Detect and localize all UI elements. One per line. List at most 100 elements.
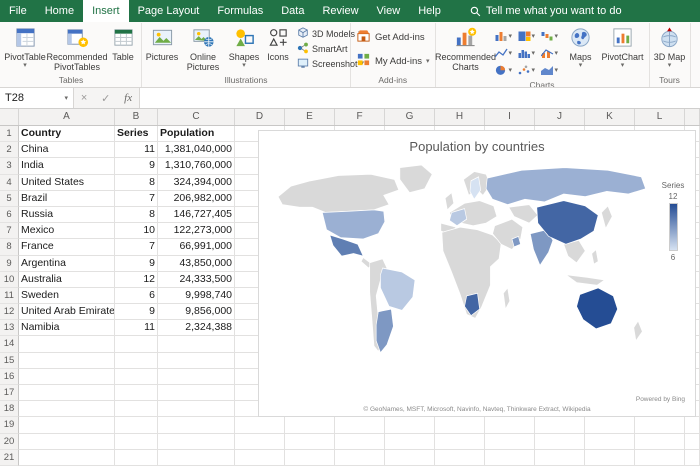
ribbon-tab-review[interactable]: Review [313, 0, 367, 22]
ribbon-tab-page-layout[interactable]: Page Layout [129, 0, 209, 22]
enter-icon[interactable]: ✓ [101, 92, 110, 105]
cell-F19[interactable] [335, 417, 385, 433]
chart-waterfall-button[interactable]: ▾ [541, 28, 564, 45]
cell-H19[interactable] [435, 417, 485, 433]
column-header-F[interactable]: F [335, 109, 385, 125]
cell-F21[interactable] [335, 450, 385, 466]
cell-B19[interactable] [115, 417, 158, 433]
cell-B5[interactable]: 7 [115, 191, 158, 207]
cell-J20[interactable] [535, 434, 585, 450]
cell-C20[interactable] [158, 434, 235, 450]
row-header-6[interactable]: 6 [0, 207, 19, 223]
cell-D21[interactable] [235, 450, 285, 466]
row-header-21[interactable]: 21 [0, 450, 19, 466]
column-header-J[interactable]: J [535, 109, 585, 125]
online-pictures-button[interactable]: Online Pictures [181, 23, 225, 74]
cell-A4[interactable]: United States [19, 175, 115, 191]
cell-B13[interactable]: 11 [115, 320, 158, 336]
cell-B21[interactable] [115, 450, 158, 466]
pivotchart-button[interactable]: PivotChart ▾ [598, 23, 648, 79]
column-header-C[interactable]: C [158, 109, 235, 125]
cell-B16[interactable] [115, 369, 158, 385]
smartart-button[interactable]: SmartArt [295, 41, 347, 56]
cell-A21[interactable] [19, 450, 115, 466]
cell-A3[interactable]: India [19, 158, 115, 174]
chart-scatter-button[interactable]: ▾ [518, 62, 541, 79]
cell-A19[interactable] [19, 417, 115, 433]
recommended-pivottables-button[interactable]: Recommended PivotTables [48, 23, 106, 74]
screenshot-button[interactable]: Screenshot ▾ [295, 56, 347, 71]
cell-A18[interactable] [19, 401, 115, 417]
cell-C19[interactable] [158, 417, 235, 433]
cell-B8[interactable]: 7 [115, 239, 158, 255]
ribbon-tab-home[interactable]: Home [36, 0, 83, 22]
cell-B18[interactable] [115, 401, 158, 417]
cell-C2[interactable]: 1,381,040,000 [158, 142, 235, 158]
chart-pie-button[interactable]: ▾ [495, 62, 518, 79]
cell-E19[interactable] [285, 417, 335, 433]
cell-A17[interactable] [19, 385, 115, 401]
cell-K21[interactable] [585, 450, 635, 466]
cell-K19[interactable] [585, 417, 635, 433]
cell-L20[interactable] [635, 434, 685, 450]
cell-H21[interactable] [435, 450, 485, 466]
row-header-8[interactable]: 8 [0, 239, 19, 255]
cell-G19[interactable] [385, 417, 435, 433]
cell-B20[interactable] [115, 434, 158, 450]
cell-A16[interactable] [19, 369, 115, 385]
cell-A9[interactable]: Argentina [19, 256, 115, 272]
ribbon-tab-data[interactable]: Data [272, 0, 313, 22]
cell-C12[interactable]: 9,856,000 [158, 304, 235, 320]
ribbon-tab-view[interactable]: View [368, 0, 410, 22]
cell-D19[interactable] [235, 417, 285, 433]
cell-C21[interactable] [158, 450, 235, 466]
cell-B2[interactable]: 11 [115, 142, 158, 158]
tell-me-search[interactable]: Tell me what you want to do [470, 0, 622, 22]
row-header-12[interactable]: 12 [0, 304, 19, 320]
cell-C10[interactable]: 24,333,500 [158, 272, 235, 288]
get-addins-button[interactable]: Get Add-ins [352, 25, 434, 49]
cell-I21[interactable] [485, 450, 535, 466]
cell-B17[interactable] [115, 385, 158, 401]
cell-B3[interactable]: 9 [115, 158, 158, 174]
column-header-E[interactable]: E [285, 109, 335, 125]
row-header-11[interactable]: 11 [0, 288, 19, 304]
ribbon-tab-help[interactable]: Help [409, 0, 450, 22]
cell-J21[interactable] [535, 450, 585, 466]
icons-button[interactable]: Icons [263, 23, 293, 74]
ribbon-tab-file[interactable]: File [0, 0, 36, 22]
cell-B10[interactable]: 12 [115, 272, 158, 288]
cell-A10[interactable]: Australia [19, 272, 115, 288]
cell-C17[interactable] [158, 385, 235, 401]
row-header-3[interactable]: 3 [0, 158, 19, 174]
cell-I19[interactable] [485, 417, 535, 433]
cell-B9[interactable]: 9 [115, 256, 158, 272]
name-box[interactable]: T28 ▾ [0, 88, 74, 108]
ribbon-tab-insert[interactable]: Insert [83, 0, 129, 22]
cell-A1[interactable]: Country [19, 126, 115, 142]
column-header-K[interactable]: K [585, 109, 635, 125]
cell-C1[interactable]: Population [158, 126, 235, 142]
cancel-icon[interactable]: × [81, 92, 87, 104]
my-addins-button[interactable]: My Add-ins ▾ [352, 49, 434, 73]
row-header-1[interactable]: 1 [0, 126, 19, 142]
cell-B6[interactable]: 8 [115, 207, 158, 223]
column-header-I[interactable]: I [485, 109, 535, 125]
column-header-H[interactable]: H [435, 109, 485, 125]
cell-A14[interactable] [19, 336, 115, 352]
cell-A7[interactable]: Mexico [19, 223, 115, 239]
column-header-L[interactable]: L [635, 109, 685, 125]
cell-A2[interactable]: China [19, 142, 115, 158]
cell-B14[interactable] [115, 336, 158, 352]
cell-F20[interactable] [335, 434, 385, 450]
cell-C13[interactable]: 2,324,388 [158, 320, 235, 336]
cell-C18[interactable] [158, 401, 235, 417]
formula-input[interactable] [140, 88, 700, 108]
cell-A11[interactable]: Sweden [19, 288, 115, 304]
row-header-17[interactable]: 17 [0, 385, 19, 401]
maps-button[interactable]: Maps ▾ [564, 23, 598, 79]
cell-J19[interactable] [535, 417, 585, 433]
cell-L19[interactable] [635, 417, 685, 433]
table-button[interactable]: Table [106, 23, 140, 74]
row-header-14[interactable]: 14 [0, 336, 19, 352]
